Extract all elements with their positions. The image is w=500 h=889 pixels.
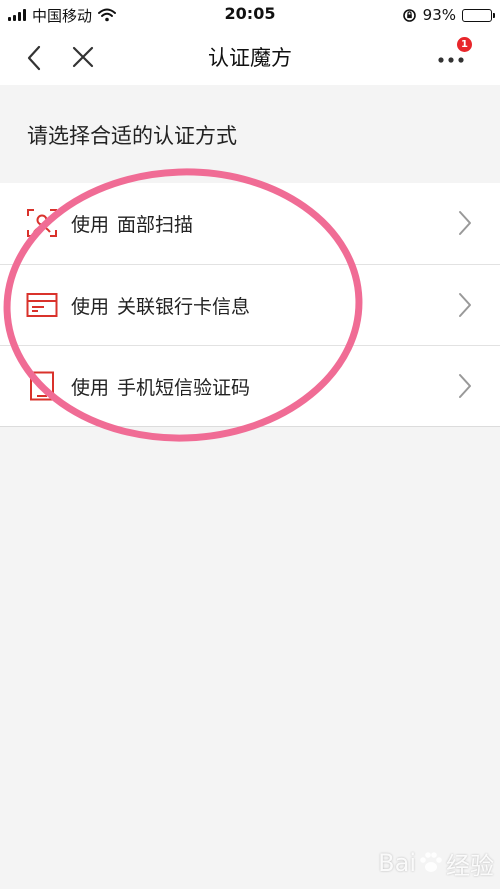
option-sms-code[interactable]: 使用 手机短信验证码 xyxy=(0,345,500,426)
navigation-bar: 认证魔方 1 xyxy=(0,30,500,85)
auth-method-list: 使用 面部扫描 使用 关联银行卡信息 使用 手机短信验证码 xyxy=(0,183,500,427)
option-face-scan[interactable]: 使用 面部扫描 xyxy=(0,183,500,264)
face-scan-icon xyxy=(27,209,57,237)
paw-logo-icon xyxy=(420,852,442,872)
battery-percent: 93% xyxy=(422,6,456,24)
battery-icon xyxy=(462,8,495,22)
option-label: 使用 手机短信验证码 xyxy=(71,377,251,399)
notification-badge: 1 xyxy=(457,37,472,52)
option-label: 使用 面部扫描 xyxy=(71,214,194,236)
orientation-lock-icon xyxy=(402,8,416,22)
section-title: 请选择合适的认证方式 xyxy=(27,124,237,148)
option-bank-card[interactable]: 使用 关联银行卡信息 xyxy=(0,264,500,345)
phone-icon xyxy=(30,371,54,401)
bank-card-icon xyxy=(26,293,58,317)
chevron-right-icon xyxy=(459,211,471,235)
watermark-text: Bai xyxy=(378,849,416,877)
watermark-brand: 经验 xyxy=(446,851,494,880)
status-bar: 中国移动 20:05 93% xyxy=(0,0,500,30)
baidu-watermark: Bai 经验 xyxy=(378,845,494,881)
page-title: 认证魔方 xyxy=(208,46,292,70)
option-label: 使用 关联银行卡信息 xyxy=(71,296,251,318)
chevron-right-icon xyxy=(459,374,471,398)
chevron-right-icon xyxy=(459,293,471,317)
